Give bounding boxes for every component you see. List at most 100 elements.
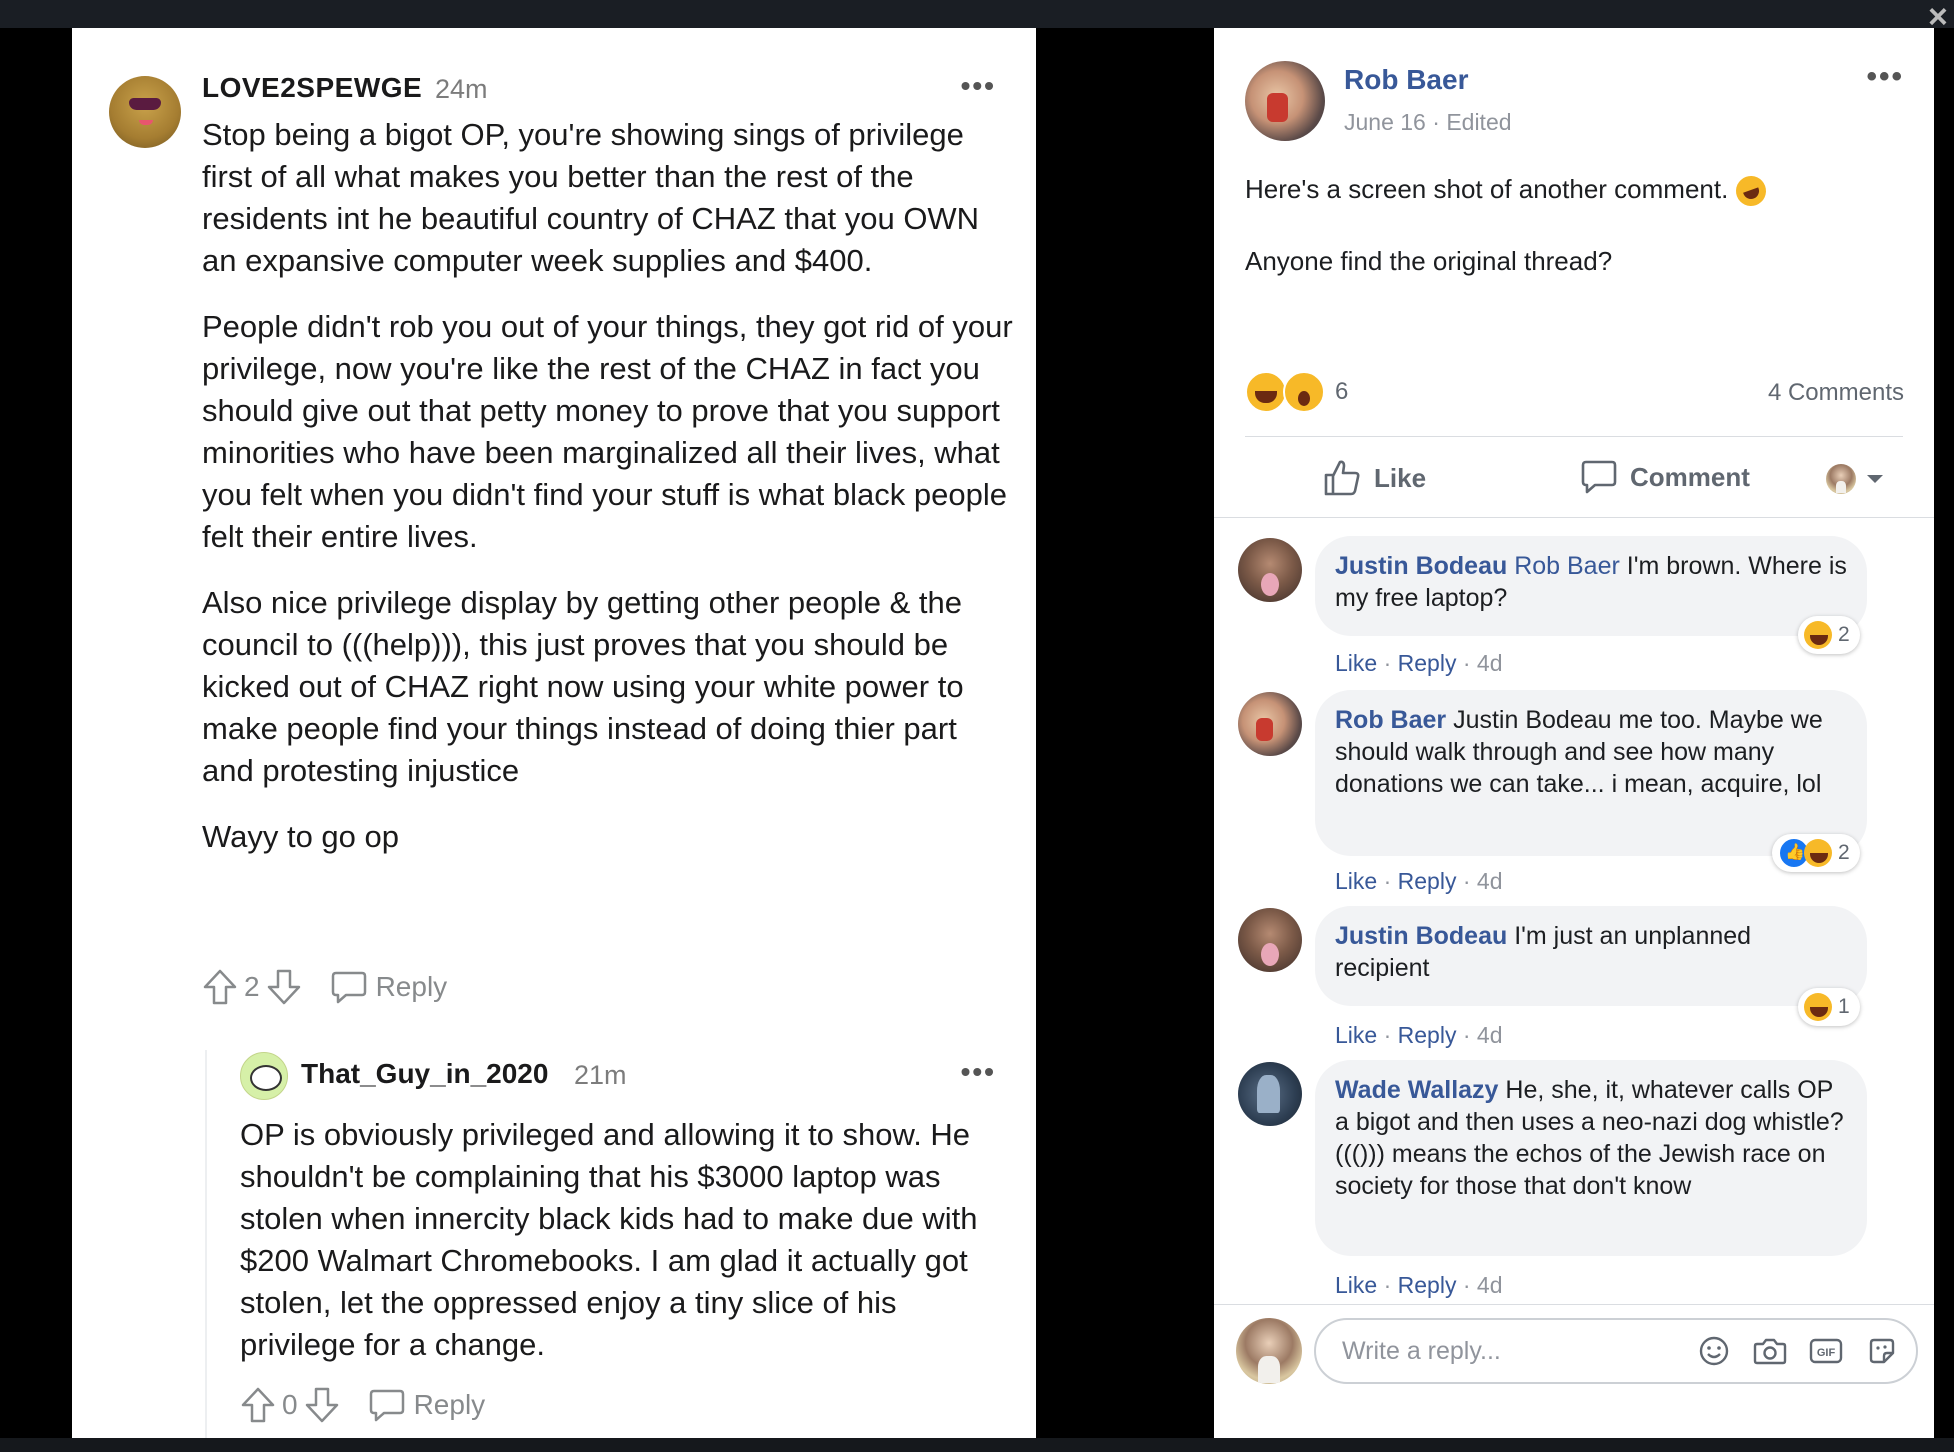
separator: ·	[1425, 109, 1447, 135]
commenter-avatar[interactable]	[1238, 908, 1302, 972]
commenter-avatar[interactable]	[1238, 538, 1302, 602]
post-date[interactable]: June 16	[1344, 109, 1426, 135]
comment-reactions[interactable]: 2	[1798, 616, 1860, 654]
comment-paragraph: People didn't rob you out of your things…	[202, 309, 1013, 554]
post-author-avatar[interactable]	[1245, 61, 1325, 141]
reply-label: Reply	[375, 971, 448, 1002]
comment-actions: Like · Reply · 4d	[1335, 1272, 1503, 1299]
like-icon	[1324, 460, 1360, 496]
comment-button[interactable]: Comment	[1580, 458, 1750, 496]
separator: ·	[1456, 1022, 1477, 1048]
comment-paragraph: Stop being a bigot OP, you're showing si…	[202, 117, 980, 278]
thread-line[interactable]	[205, 1050, 207, 1438]
comment-reaction-count: 1	[1838, 995, 1850, 1018]
separator: ·	[1456, 868, 1477, 894]
separator: ·	[1456, 1272, 1477, 1298]
reply-button[interactable]: Reply	[368, 1387, 486, 1423]
post-reactions-summary[interactable]: 6	[1245, 371, 1348, 413]
current-user-avatar[interactable]	[1236, 1318, 1302, 1384]
comment-bubble: Justin Bodeau Rob Baer I'm brown. Where …	[1315, 536, 1867, 636]
post-text-line: Anyone find the original thread?	[1245, 246, 1613, 276]
comment-label: Comment	[1630, 461, 1750, 492]
comments-count-link[interactable]: 4 Comments	[1768, 379, 1904, 407]
commenter-avatar[interactable]	[1238, 692, 1302, 756]
comment-time[interactable]: 4d	[1477, 868, 1503, 894]
post-author-name[interactable]: Rob Baer	[1344, 64, 1468, 96]
comment-like-link[interactable]: Like	[1335, 650, 1377, 676]
browser-top-bar	[0, 0, 1954, 28]
sticker-icon[interactable]	[1864, 1333, 1900, 1369]
user-avatar[interactable]	[109, 76, 181, 148]
comment-time[interactable]: 4d	[1477, 650, 1503, 676]
reply-label: Reply	[413, 1389, 486, 1420]
comment-time[interactable]: 4d	[1477, 1022, 1503, 1048]
reaction-count: 6	[1335, 378, 1349, 405]
reply-timestamp: 21m	[574, 1060, 627, 1090]
reply-input[interactable]	[1340, 1335, 1676, 1367]
comment-username[interactable]: LOVE2SPEWGE	[202, 72, 422, 104]
reply-body: OP is obviously privileged and allowing …	[240, 1117, 978, 1362]
comment-reply-link[interactable]: Reply	[1398, 650, 1457, 676]
wow-reaction-icon	[1283, 371, 1325, 413]
reply-icon	[331, 971, 366, 1004]
comment-paragraph: Wayy to go op	[202, 819, 400, 854]
divider	[1245, 436, 1903, 437]
downvote-icon[interactable]	[266, 968, 302, 1006]
gif-icon[interactable]: GIF	[1808, 1333, 1844, 1369]
comment-reply-link[interactable]: Reply	[1398, 868, 1457, 894]
upvote-icon[interactable]	[240, 1386, 276, 1424]
comment-reactions[interactable]: 2	[1772, 834, 1860, 872]
separator: ·	[1377, 1022, 1398, 1048]
commenter-name[interactable]: Justin Bodeau	[1335, 552, 1507, 580]
separator: ·	[1456, 650, 1477, 676]
comment-reaction-count: 2	[1838, 841, 1850, 864]
haha-reaction-icon	[1804, 993, 1832, 1021]
comment-reaction-count: 2	[1838, 623, 1850, 646]
edited-label[interactable]: Edited	[1446, 109, 1511, 135]
comment-actions: Like · Reply · 4d	[1335, 868, 1503, 895]
reply-username[interactable]: That_Guy_in_2020	[301, 1058, 548, 1090]
divider	[1214, 1304, 1934, 1305]
reply-user-avatar[interactable]	[240, 1052, 288, 1100]
comment-like-link[interactable]: Like	[1335, 868, 1377, 894]
browser-bottom-bar	[0, 1438, 1954, 1452]
comment-reply-link[interactable]: Reply	[1398, 1272, 1457, 1298]
chevron-down-icon	[1867, 475, 1883, 483]
comment-body: Stop being a bigot OP, you're showing si…	[202, 114, 1017, 882]
comment-reactions[interactable]: 1	[1798, 988, 1860, 1026]
vote-count: 0	[282, 1389, 298, 1420]
reply-button[interactable]: Reply	[330, 969, 448, 1005]
facebook-post-panel: Rob Baer June 16 · Edited ••• Here's a s…	[1214, 28, 1934, 1438]
emoji-icon[interactable]	[1696, 1333, 1732, 1369]
post-as-selector[interactable]	[1826, 464, 1886, 494]
haha-reaction-icon	[1804, 839, 1832, 867]
svg-text:GIF: GIF	[1817, 1347, 1836, 1359]
camera-icon[interactable]	[1752, 1333, 1788, 1369]
like-button[interactable]: Like	[1322, 458, 1426, 498]
post-text-line: Here's a screen shot of another comment.	[1245, 174, 1729, 204]
comment-like-link[interactable]: Like	[1335, 1272, 1377, 1298]
commenter-avatar[interactable]	[1238, 1062, 1302, 1126]
post-meta: June 16 · Edited	[1344, 109, 1512, 136]
commenter-name[interactable]: Wade Wallazy	[1335, 1076, 1498, 1104]
reply-vote-row: 0 Reply	[240, 1386, 485, 1424]
commenter-name[interactable]: Rob Baer	[1335, 706, 1446, 734]
comment-actions: Like · Reply · 4d	[1335, 1022, 1503, 1049]
more-options-icon[interactable]: •••	[961, 70, 996, 102]
post-more-options-icon[interactable]: •••	[1866, 60, 1904, 94]
rofl-emoji-icon	[1731, 171, 1770, 211]
reddit-comment-panel: LOVE2SPEWGE 24m ••• Stop being a bigot O…	[72, 28, 1036, 1438]
reply-composer: GIF	[1314, 1318, 1918, 1384]
divider	[1214, 517, 1934, 518]
commenter-name[interactable]: Justin Bodeau	[1335, 922, 1507, 950]
tagged-name[interactable]: Rob Baer	[1514, 552, 1620, 580]
comment-bubble: Rob Baer Justin Bodeau me too. Maybe we …	[1315, 690, 1867, 856]
upvote-icon[interactable]	[202, 968, 238, 1006]
comment-like-link[interactable]: Like	[1335, 1022, 1377, 1048]
comment-time[interactable]: 4d	[1477, 1272, 1503, 1298]
vote-count: 2	[244, 971, 260, 1002]
reply-more-options-icon[interactable]: •••	[961, 1056, 996, 1088]
downvote-icon[interactable]	[304, 1386, 340, 1424]
comment-reply-link[interactable]: Reply	[1398, 1022, 1457, 1048]
like-label: Like	[1374, 462, 1427, 493]
